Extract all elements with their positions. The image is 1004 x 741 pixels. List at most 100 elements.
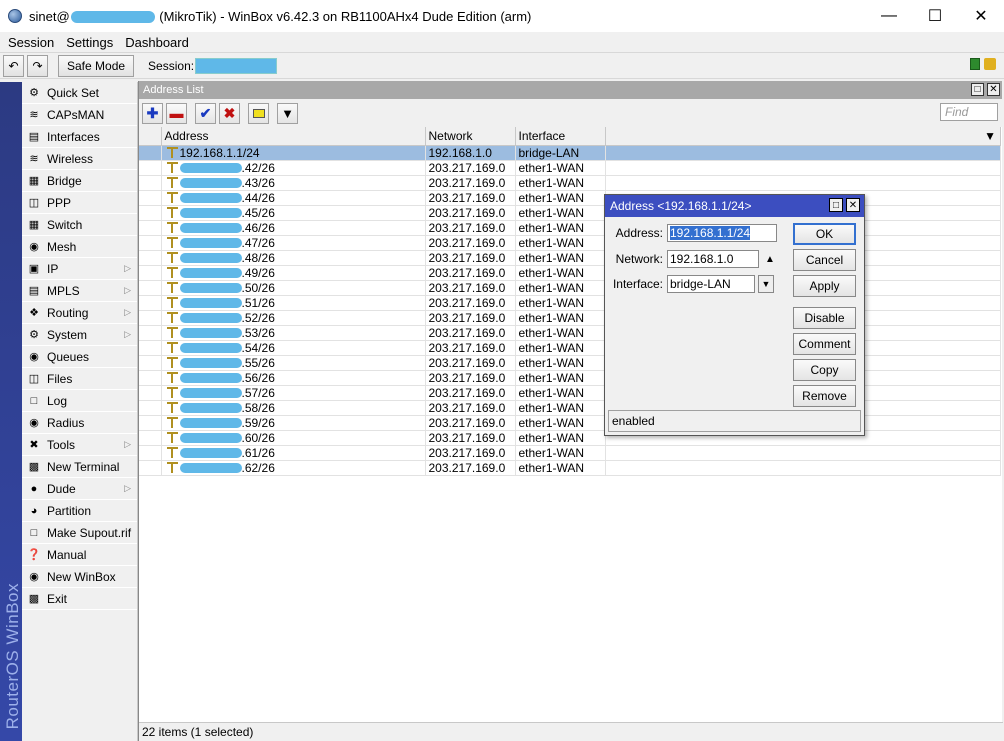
redo-button[interactable]: ↷ <box>27 54 48 77</box>
table-row[interactable]: .45/26 203.217.169.0 ether1-WAN <box>139 205 1001 221</box>
table-row[interactable]: .47/26 203.217.169.0 ether1-WAN <box>139 235 1001 251</box>
session-label: Session: <box>148 58 195 73</box>
menu-dashboard[interactable]: Dashboard <box>125 35 189 50</box>
table-row[interactable]: .51/26 203.217.169.0 ether1-WAN <box>139 295 1001 311</box>
restore-icon[interactable]: □ <box>971 83 984 96</box>
redacted-address <box>179 403 242 414</box>
address-icon <box>166 311 178 323</box>
column-dropdown-icon[interactable]: ▼ <box>984 129 996 143</box>
table-row[interactable]: .42/26 203.217.169.0 ether1-WAN <box>139 160 1001 176</box>
find-input[interactable]: Find <box>940 103 998 121</box>
maximize-button[interactable]: ☐ <box>912 0 958 32</box>
comment-button[interactable]: Comment <box>793 333 856 355</box>
menu-settings[interactable]: Settings <box>66 35 113 50</box>
copy-button[interactable]: Copy <box>793 359 856 381</box>
table-row[interactable]: .62/26 203.217.169.0 ether1-WAN <box>139 460 1001 476</box>
sidebar-item-mpls[interactable]: ▤ MPLS ▷ <box>22 280 137 302</box>
cancel-button[interactable]: Cancel <box>793 249 856 271</box>
sidebar-item-queues[interactable]: ◉ Queues <box>22 346 137 368</box>
address-suffix: .46/26 <box>241 220 275 235</box>
disable-button[interactable]: ✖ <box>219 102 240 124</box>
sidebar-item-manual[interactable]: ❓ Manual <box>22 544 137 566</box>
table-row[interactable]: 192.168.1.1/24 192.168.1.0 bridge-LAN <box>139 145 1001 161</box>
close-button[interactable]: ✕ <box>958 0 1004 32</box>
table-row[interactable]: .48/26 203.217.169.0 ether1-WAN <box>139 250 1001 266</box>
address-suffix: .59/26 <box>241 415 275 430</box>
sidebar-item-wireless[interactable]: ≋ Wireless <box>22 148 137 170</box>
redacted-address <box>179 373 242 384</box>
table-row[interactable]: .59/26 203.217.169.0 ether1-WAN <box>139 415 1001 431</box>
table-row[interactable]: .43/26 203.217.169.0 ether1-WAN <box>139 175 1001 191</box>
sidebar-item-label: Make Supout.rif <box>47 525 132 540</box>
menu-session[interactable]: Session <box>8 35 54 50</box>
sidebar-item-dude[interactable]: ● Dude ▷ <box>22 478 137 500</box>
apply-button[interactable]: Apply <box>793 275 856 297</box>
address-icon <box>166 191 178 203</box>
sidebar-item-quick-set[interactable]: ⚙ Quick Set <box>22 82 137 104</box>
sidebar-item-partition[interactable]: ◕ Partition <box>22 500 137 522</box>
redacted-address <box>179 268 242 279</box>
collapse-up-icon[interactable]: ▲ <box>765 254 775 265</box>
add-button[interactable]: ✚ <box>142 102 163 124</box>
cell-address: .43/26 <box>161 175 426 191</box>
sidebar-item-mesh[interactable]: ◉ Mesh <box>22 236 137 258</box>
comment-button[interactable] <box>248 102 269 124</box>
table-row[interactable]: .60/26 203.217.169.0 ether1-WAN <box>139 430 1001 446</box>
cell-address: .46/26 <box>161 220 426 236</box>
dialog-restore-icon[interactable]: □ <box>829 198 843 212</box>
column-address[interactable]: Address <box>161 127 426 146</box>
sidebar-item-ip[interactable]: ▣ IP ▷ <box>22 258 137 280</box>
column-interface[interactable]: Interface <box>515 127 606 146</box>
sidebar-item-ppp[interactable]: ◫ PPP <box>22 192 137 214</box>
sidebar-item-switch[interactable]: ▦ Switch <box>22 214 137 236</box>
ok-button[interactable]: OK <box>793 223 856 245</box>
sidebar-item-log[interactable]: □ Log <box>22 390 137 412</box>
disable-button[interactable]: Disable <box>793 307 856 329</box>
filter-button[interactable]: ▼ <box>277 102 298 124</box>
sidebar-item-make-supout-rif[interactable]: □ Make Supout.rif <box>22 522 137 544</box>
sidebar-item-label: Wireless <box>47 151 94 166</box>
table-row[interactable]: .57/26 203.217.169.0 ether1-WAN <box>139 385 1001 401</box>
interface-dropdown-button[interactable]: ▼ <box>758 275 774 293</box>
table-row[interactable]: .56/26 203.217.169.0 ether1-WAN <box>139 370 1001 386</box>
safe-mode-button[interactable]: Safe Mode <box>58 54 135 77</box>
sidebar-item-new-terminal[interactable]: ▩ New Terminal <box>22 456 137 478</box>
table-row[interactable]: .54/26 203.217.169.0 ether1-WAN <box>139 340 1001 356</box>
enable-button[interactable]: ✔ <box>195 102 216 124</box>
sidebar-item-tools[interactable]: ✖ Tools ▷ <box>22 434 137 456</box>
sidebar-item-bridge[interactable]: ▦ Bridge <box>22 170 137 192</box>
sidebar-item-interfaces[interactable]: ▤ Interfaces <box>22 126 137 148</box>
address-field[interactable]: 192.168.1.1/24 <box>667 224 777 242</box>
redacted-address <box>179 253 242 264</box>
cell-interface: ether1-WAN <box>515 220 606 236</box>
remove-button[interactable]: ▬ <box>166 102 187 124</box>
table-row[interactable]: .53/26 203.217.169.0 ether1-WAN <box>139 325 1001 341</box>
sidebar-item-files[interactable]: ◫ Files <box>22 368 137 390</box>
undo-button[interactable]: ↶ <box>3 54 24 77</box>
sidebar-item-new-winbox[interactable]: ◉ New WinBox <box>22 566 137 588</box>
sidebar-item-system[interactable]: ⚙ System ▷ <box>22 324 137 346</box>
table-row[interactable]: .58/26 203.217.169.0 ether1-WAN <box>139 400 1001 416</box>
network-field[interactable]: 192.168.1.0 <box>667 250 759 268</box>
remove-button[interactable]: Remove <box>793 385 856 407</box>
table-row[interactable]: .61/26 203.217.169.0 ether1-WAN <box>139 445 1001 461</box>
table-row[interactable]: .46/26 203.217.169.0 ether1-WAN <box>139 220 1001 236</box>
sidebar-item-radius[interactable]: ◉ Radius <box>22 412 137 434</box>
table-row[interactable]: .52/26 203.217.169.0 ether1-WAN <box>139 310 1001 326</box>
row-spacer <box>139 340 162 356</box>
redacted-address <box>179 223 242 234</box>
interface-select[interactable]: bridge-LAN <box>667 275 755 293</box>
table-row[interactable]: .44/26 203.217.169.0 ether1-WAN <box>139 190 1001 206</box>
close-icon[interactable]: ✕ <box>987 83 1000 96</box>
table-row[interactable]: .49/26 203.217.169.0 ether1-WAN <box>139 265 1001 281</box>
table-row[interactable]: .50/26 203.217.169.0 ether1-WAN <box>139 280 1001 296</box>
title-bar: sinet@ (MikroTik) - WinBox v6.42.3 on RB… <box>0 0 1004 32</box>
address-suffix: .56/26 <box>241 370 275 385</box>
sidebar-item-routing[interactable]: ❖ Routing ▷ <box>22 302 137 324</box>
column-network[interactable]: Network <box>425 127 516 146</box>
dialog-close-icon[interactable]: ✕ <box>846 198 860 212</box>
sidebar-item-capsman[interactable]: ≋ CAPsMAN <box>22 104 137 126</box>
minimize-button[interactable]: — <box>866 0 912 32</box>
table-row[interactable]: .55/26 203.217.169.0 ether1-WAN <box>139 355 1001 371</box>
sidebar-item-exit[interactable]: ▩ Exit <box>22 588 137 610</box>
